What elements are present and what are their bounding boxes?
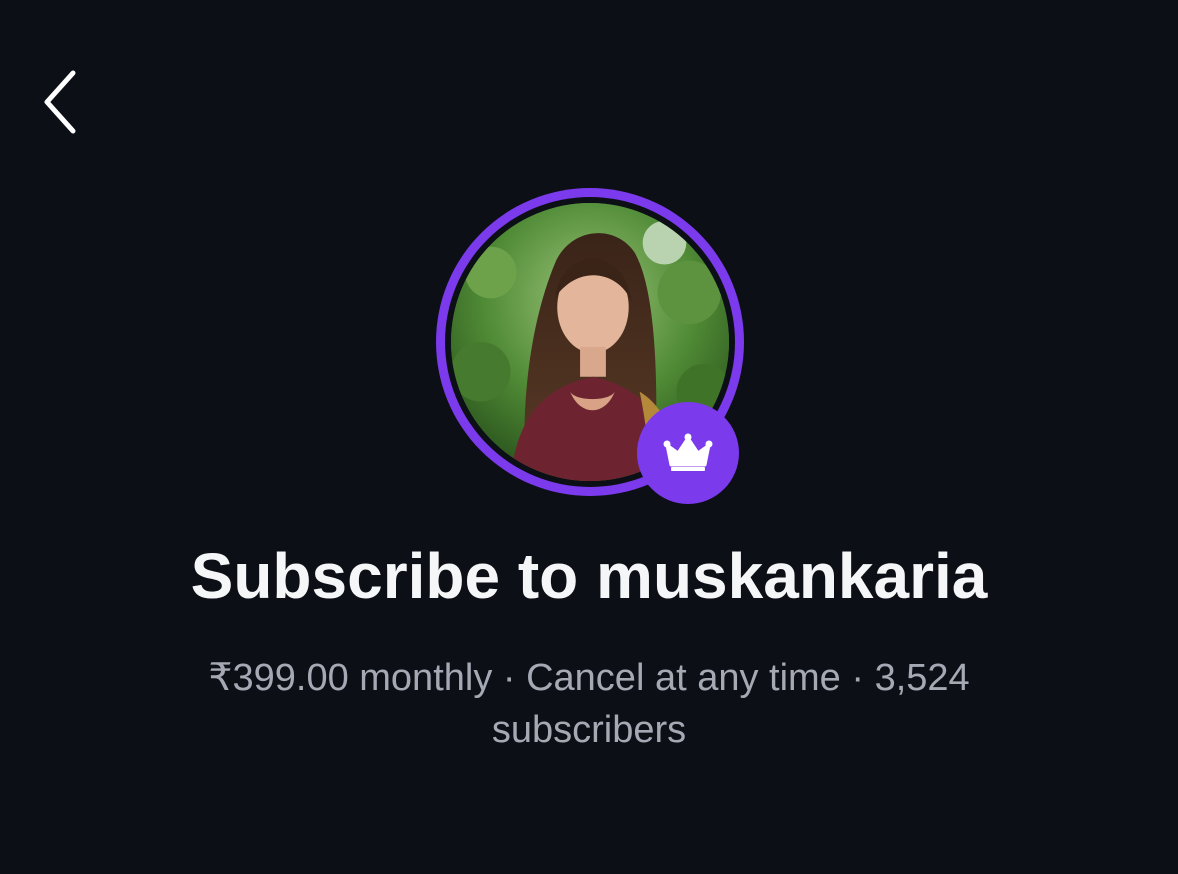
subscriber-badge [637,402,739,504]
subscription-details: ₹399.00 monthly · Cancel at any time · 3… [208,657,970,751]
back-button[interactable] [26,62,96,142]
page-title: Subscribe to muskankaria [190,540,988,612]
crown-icon [663,433,713,471]
subscribe-screen: Subscribe to muskankaria ₹399.00 monthly… [0,0,1178,874]
chevron-left-icon [44,70,76,134]
